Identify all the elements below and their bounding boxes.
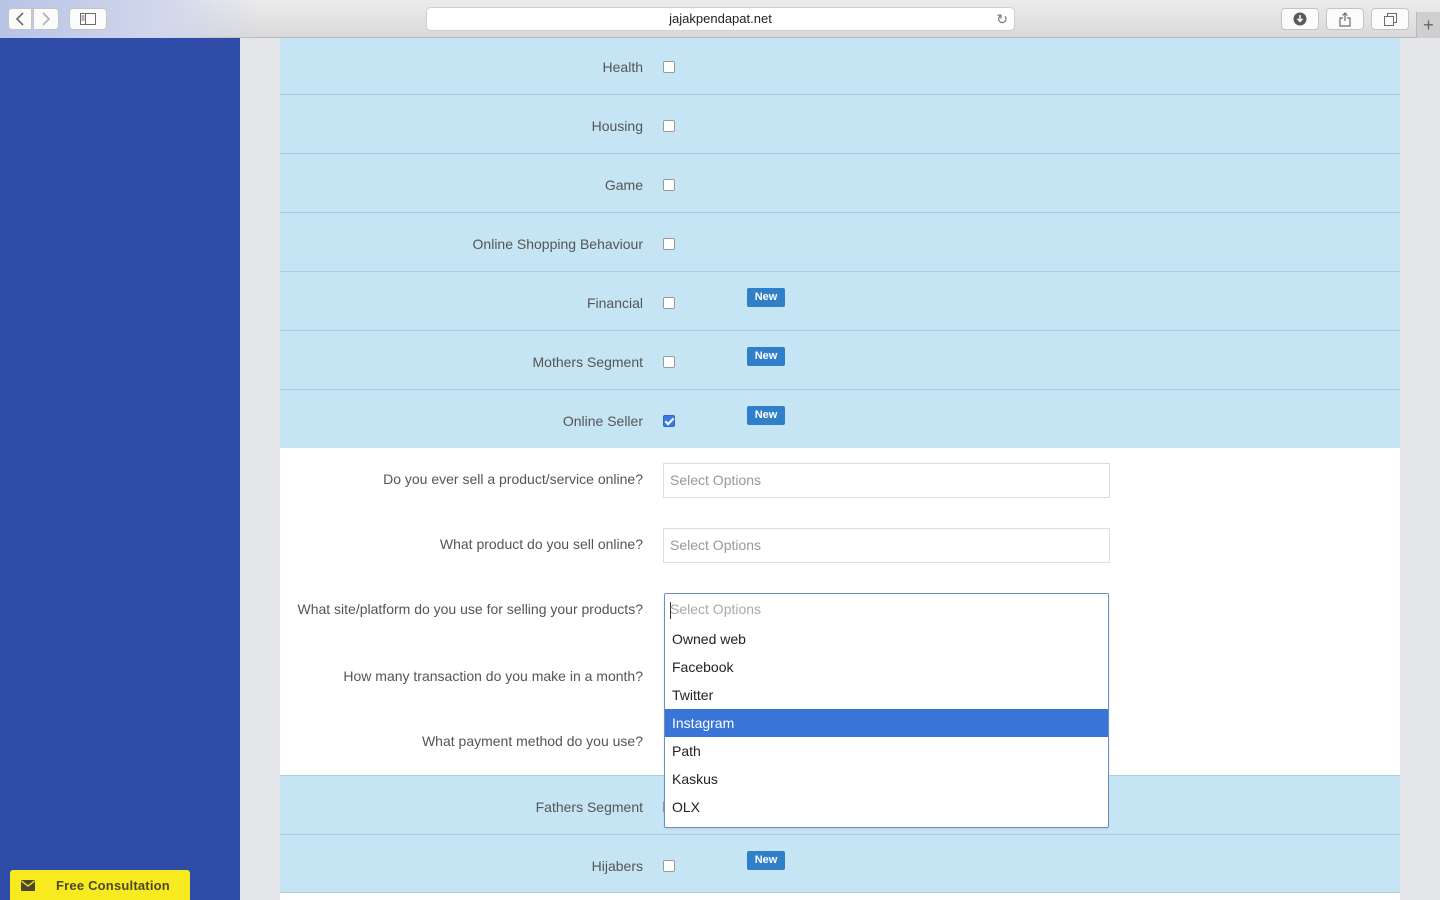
browser-toolbar: jajakpendapat.net ↻ + (0, 0, 1440, 38)
segment-label: Hijabers (591, 858, 643, 874)
select-placeholder: Select Options (670, 472, 762, 488)
select-placeholder: Select Options (670, 537, 762, 553)
segment-row-mothers: Mothers Segment New (280, 331, 1400, 390)
segment-label: Game (604, 177, 643, 193)
segment-label: Housing (591, 118, 643, 134)
question-label: How many transaction do you make in a mo… (343, 668, 643, 684)
question-label: Do you ever sell a product/service onlin… (383, 471, 643, 487)
address-bar[interactable]: jajakpendapat.net ↻ (426, 7, 1015, 31)
dropdown-option[interactable]: Twitter (665, 681, 1108, 709)
dropdown-placeholder: Select Options (670, 601, 762, 617)
text-caret (670, 602, 671, 619)
segment-label: Fathers Segment (535, 799, 643, 815)
select-product-sold[interactable]: Select Options (663, 528, 1110, 563)
dropdown-option[interactable]: OLX (665, 793, 1108, 821)
plus-icon: + (1423, 15, 1434, 35)
segment-checkbox[interactable] (663, 61, 675, 73)
mail-icon (10, 870, 46, 900)
segment-label: Health (602, 59, 643, 75)
dropdown-search-input[interactable]: Select Options (665, 594, 1108, 625)
segment-row-housing: Housing (280, 95, 1400, 154)
platform-dropdown[interactable]: Select Options Owned web Facebook Twitte… (664, 593, 1109, 828)
segment-label: Mothers Segment (532, 354, 644, 370)
segment-row-health: Health (280, 38, 1400, 95)
segment-row-online-seller: Online Seller New (280, 390, 1400, 448)
segment-label: Online Seller (562, 413, 643, 429)
segment-checkbox[interactable] (663, 120, 675, 132)
new-tab-button[interactable]: + (1416, 12, 1440, 38)
dropdown-option[interactable]: Facebook (665, 653, 1108, 681)
dropdown-option[interactable]: Path (665, 737, 1108, 765)
new-badge: New (747, 347, 785, 366)
segment-label: Financial (586, 295, 643, 311)
sidebar-toggle-button[interactable] (69, 8, 107, 30)
tabs-icon (1383, 12, 1397, 26)
downloads-button[interactable] (1281, 8, 1319, 30)
chevron-right-icon (42, 12, 51, 26)
url-text: jajakpendapat.net (669, 11, 772, 26)
share-icon (1339, 11, 1351, 27)
dropdown-option[interactable]: Owned web (665, 625, 1108, 653)
tabs-overview-button[interactable] (1371, 8, 1409, 30)
left-sidebar (0, 38, 240, 900)
dropdown-option-highlighted[interactable]: Instagram (665, 709, 1108, 737)
segment-checkbox[interactable] (663, 179, 675, 191)
share-button[interactable] (1326, 8, 1364, 30)
forward-button[interactable] (33, 8, 59, 30)
question-label: What product do you sell online? (439, 536, 643, 552)
dropdown-option[interactable]: Kaskus (665, 765, 1108, 793)
segment-checkbox[interactable] (663, 238, 675, 250)
new-badge: New (747, 851, 785, 870)
segment-checkbox[interactable] (663, 860, 675, 872)
back-button[interactable] (8, 8, 32, 30)
select-sell-online[interactable]: Select Options (663, 463, 1110, 498)
question-label: What payment method do you use? (421, 733, 643, 749)
chevron-left-icon (15, 12, 24, 26)
segment-label: Online Shopping Behaviour (472, 236, 643, 252)
reload-icon[interactable]: ↻ (996, 8, 1008, 30)
sidebar-icon (80, 13, 96, 25)
new-badge: New (747, 406, 785, 425)
segment-row-game: Game (280, 154, 1400, 213)
segment-row-online-shopping: Online Shopping Behaviour (280, 213, 1400, 272)
question-label: What site/platform do you use for sellin… (297, 601, 643, 617)
segment-checkbox[interactable] (663, 356, 675, 368)
new-badge: New (747, 288, 785, 307)
free-consultation-label: Free Consultation (56, 877, 170, 893)
segment-row-financial: Financial New (280, 272, 1400, 331)
segment-row-hijabers: Hijabers New (280, 835, 1400, 893)
download-icon (1293, 12, 1307, 26)
survey-form: Health Housing Game Online Shopping Beha… (280, 38, 1400, 900)
segment-checkbox[interactable] (663, 297, 675, 309)
segment-checkbox-checked[interactable] (663, 415, 675, 427)
free-consultation-button[interactable]: Free Consultation (10, 870, 190, 900)
